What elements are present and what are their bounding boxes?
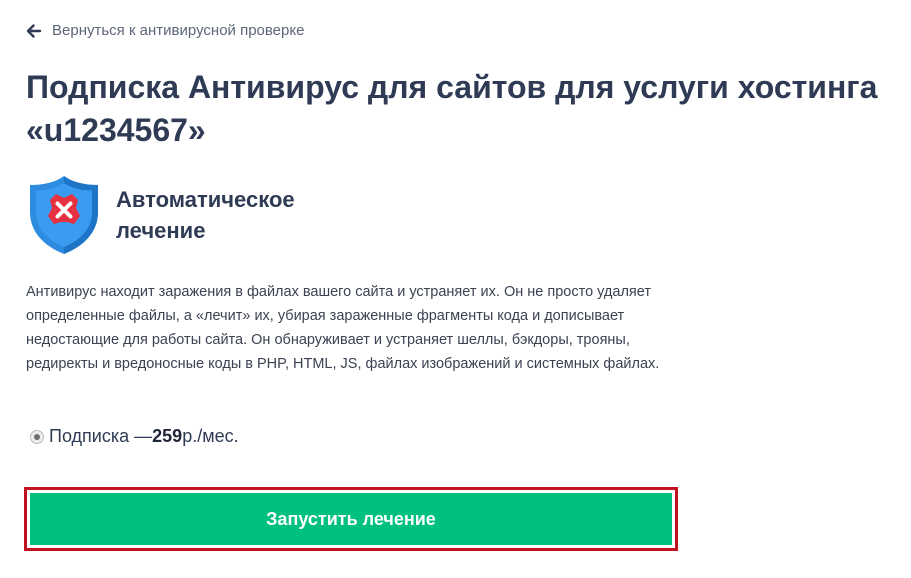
feature-title-line2: лечение [116,218,206,243]
back-link-label: Вернуться к антивирусной проверке [52,22,305,39]
page-title: Подписка Антивирус для сайтов для услуги… [26,69,878,148]
subscription-label: Подписка — [49,426,153,446]
feature-title: Автоматическое лечение [116,184,336,246]
back-link[interactable]: Вернуться к антивирусной проверке [26,22,304,39]
subscription-option[interactable]: Подписка — 259 р./мес. [30,426,239,447]
feature-block: Автоматическое лечение [26,174,336,256]
description-text: Антивирус находит заражения в файлах ваш… [26,284,660,372]
launch-treatment-button[interactable]: Запустить лечение [30,493,672,545]
button-highlight-frame: Запустить лечение [24,487,678,551]
subscription-price: 259 [152,426,183,446]
shield-x-icon [30,176,98,254]
subscription-radio[interactable] [30,429,44,444]
page: Вернуться к антивирусной проверке Подпис… [0,0,911,578]
subscription-unit: р./мес. [182,426,239,446]
feature-title-line1: Автоматическое [116,187,295,212]
arrow-left-icon [26,23,42,38]
